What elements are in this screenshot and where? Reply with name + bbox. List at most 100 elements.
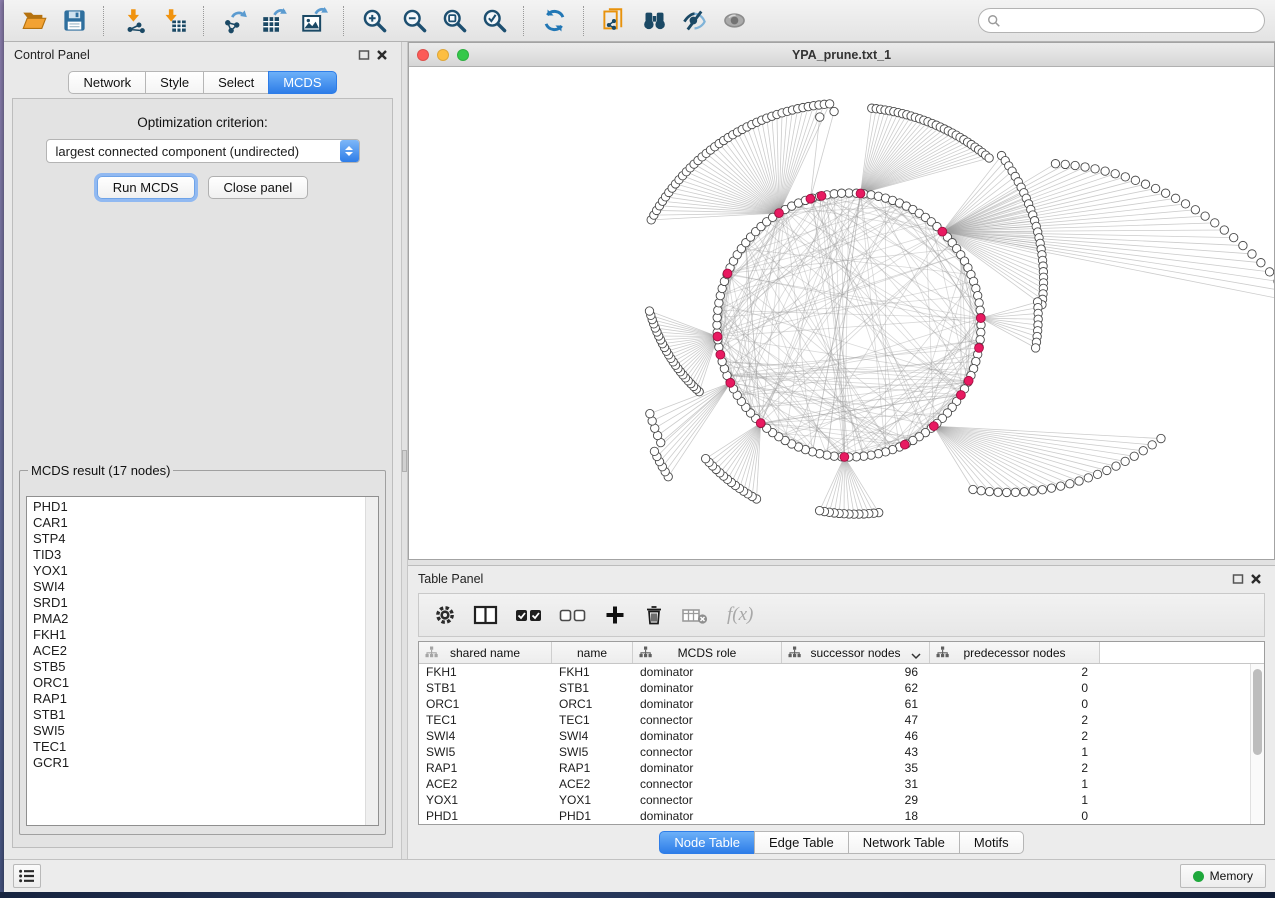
export-network-button[interactable] bbox=[216, 4, 252, 38]
export-table-button[interactable] bbox=[256, 4, 292, 38]
table-row[interactable]: PHD1PHD1dominator180 bbox=[419, 808, 1251, 824]
mcds-result-node[interactable]: STB5 bbox=[27, 659, 365, 675]
splitter-grip[interactable] bbox=[402, 450, 407, 472]
table-row[interactable]: STB1STB1dominator620 bbox=[419, 680, 1251, 696]
vertical-splitter[interactable] bbox=[401, 42, 408, 859]
column-label: name bbox=[577, 646, 607, 660]
mcds-result-list[interactable]: PHD1CAR1STP4TID3YOX1SWI4SRD1PMA2FKH1ACE2… bbox=[26, 496, 379, 826]
table-panel-close-button[interactable] bbox=[1247, 570, 1265, 588]
optimization-criterion-select[interactable]: largest connected component (undirected) bbox=[46, 139, 360, 163]
export-image-button[interactable] bbox=[296, 4, 332, 38]
table-cell: ORC1 bbox=[419, 697, 552, 711]
tab-motifs[interactable]: Motifs bbox=[959, 831, 1024, 854]
import-table-button[interactable] bbox=[156, 4, 192, 38]
mcds-result-node[interactable]: STB1 bbox=[27, 707, 365, 723]
window-maximize-button[interactable] bbox=[457, 49, 469, 61]
table-row[interactable]: ORC1ORC1dominator610 bbox=[419, 696, 1251, 712]
table-panel-float-button[interactable] bbox=[1229, 570, 1247, 588]
select-all-rows-button[interactable] bbox=[515, 598, 543, 632]
refresh-view-button[interactable] bbox=[536, 4, 572, 38]
add-column-button[interactable] bbox=[603, 598, 627, 632]
mcds-result-node[interactable]: PMA2 bbox=[27, 611, 365, 627]
table-scrollbar-thumb[interactable] bbox=[1253, 669, 1262, 755]
table-tabs: Node TableEdge TableNetwork TableMotifs bbox=[408, 825, 1275, 859]
desktop-background bbox=[0, 892, 1275, 898]
mcds-result-node[interactable]: SWI5 bbox=[27, 723, 365, 739]
tab-network[interactable]: Network bbox=[68, 71, 146, 94]
mcds-result-node[interactable]: SWI4 bbox=[27, 579, 365, 595]
mcds-list-scrollbar[interactable] bbox=[365, 497, 378, 825]
window-minimize-button[interactable] bbox=[437, 49, 449, 61]
mcds-result-node[interactable]: STP4 bbox=[27, 531, 365, 547]
mcds-result-node[interactable]: TEC1 bbox=[27, 739, 365, 755]
column-header-predecessor-nodes[interactable]: predecessor nodes bbox=[930, 642, 1100, 663]
panel-list-button[interactable] bbox=[13, 864, 41, 888]
table-row[interactable]: TEC1TEC1connector472 bbox=[419, 712, 1251, 728]
share-document-button[interactable] bbox=[596, 4, 632, 38]
memory-status-icon bbox=[1193, 871, 1204, 882]
table-row[interactable]: YOX1YOX1connector291 bbox=[419, 792, 1251, 808]
zoom-selected-button[interactable] bbox=[476, 4, 512, 38]
mcds-result-node[interactable]: GCR1 bbox=[27, 755, 365, 771]
close-panel-button[interactable]: Close panel bbox=[208, 176, 309, 199]
network-canvas[interactable] bbox=[409, 67, 1274, 559]
column-header-name[interactable]: name bbox=[552, 642, 633, 663]
zoom-out-button[interactable] bbox=[396, 4, 432, 38]
column-header-MCDS-role[interactable]: MCDS role bbox=[633, 642, 782, 663]
mcds-result-node[interactable]: TID3 bbox=[27, 547, 365, 563]
table-cell: TEC1 bbox=[552, 713, 633, 727]
toolbar-separator bbox=[583, 6, 585, 36]
table-settings-button[interactable] bbox=[433, 598, 457, 632]
zoom-fit-button[interactable] bbox=[436, 4, 472, 38]
tab-select[interactable]: Select bbox=[203, 71, 269, 94]
table-cell: connector bbox=[633, 777, 782, 791]
mcds-result-node[interactable]: YOX1 bbox=[27, 563, 365, 579]
table-cell: dominator bbox=[633, 809, 782, 823]
table-row[interactable]: SWI5SWI5connector431 bbox=[419, 744, 1251, 760]
save-session-button[interactable] bbox=[56, 4, 92, 38]
window-close-button[interactable] bbox=[417, 49, 429, 61]
table-row[interactable]: ACE2ACE2connector311 bbox=[419, 776, 1251, 792]
toolbar-separator bbox=[203, 6, 205, 36]
tab-network-table[interactable]: Network Table bbox=[848, 831, 960, 854]
control-panel-close-button[interactable] bbox=[373, 46, 391, 64]
mcds-result-node[interactable]: RAP1 bbox=[27, 691, 365, 707]
open-file-button[interactable] bbox=[16, 4, 52, 38]
delete-table-button[interactable] bbox=[681, 598, 709, 632]
mcds-result-node[interactable]: SRD1 bbox=[27, 595, 365, 611]
table-row[interactable]: RAP1RAP1dominator352 bbox=[419, 760, 1251, 776]
table-row[interactable]: SWI4SWI4dominator462 bbox=[419, 728, 1251, 744]
tab-mcds[interactable]: MCDS bbox=[268, 71, 336, 94]
show-details-button[interactable] bbox=[716, 4, 752, 38]
network-view-window: YPA_prune.txt_1 bbox=[408, 42, 1275, 560]
delete-column-button[interactable] bbox=[643, 598, 665, 632]
zoom-in-button[interactable] bbox=[356, 4, 392, 38]
close-icon bbox=[376, 49, 388, 61]
tab-edge-table[interactable]: Edge Table bbox=[754, 831, 849, 854]
run-mcds-button[interactable]: Run MCDS bbox=[97, 176, 195, 199]
toggle-panel-layout-button[interactable] bbox=[473, 598, 499, 632]
search-input[interactable] bbox=[1006, 13, 1256, 29]
mcds-result-node[interactable]: FKH1 bbox=[27, 627, 365, 643]
table-cell: 2 bbox=[930, 729, 1100, 743]
function-builder-button[interactable]: f(x) bbox=[727, 604, 753, 626]
table-scrollbar[interactable] bbox=[1250, 664, 1264, 824]
search-network-button[interactable] bbox=[636, 4, 672, 38]
table-cell: dominator bbox=[633, 681, 782, 695]
table-row[interactable]: FKH1FKH1dominator962 bbox=[419, 664, 1251, 680]
mcds-result-node[interactable]: ORC1 bbox=[27, 675, 365, 691]
mcds-result-node[interactable]: ACE2 bbox=[27, 643, 365, 659]
mcds-result-node[interactable]: PHD1 bbox=[27, 499, 365, 515]
deselect-all-rows-button[interactable] bbox=[559, 598, 587, 632]
hide-details-button[interactable] bbox=[676, 4, 712, 38]
tab-style[interactable]: Style bbox=[145, 71, 204, 94]
eye-icon bbox=[721, 7, 748, 34]
column-header-shared-name[interactable]: shared name bbox=[419, 642, 552, 663]
memory-button[interactable]: Memory bbox=[1180, 864, 1266, 888]
control-panel-float-button[interactable] bbox=[355, 46, 373, 64]
list-icon bbox=[18, 868, 36, 884]
tab-node-table[interactable]: Node Table bbox=[659, 831, 755, 854]
import-network-button[interactable] bbox=[116, 4, 152, 38]
mcds-result-node[interactable]: CAR1 bbox=[27, 515, 365, 531]
column-header-successor-nodes[interactable]: successor nodes bbox=[782, 642, 930, 663]
